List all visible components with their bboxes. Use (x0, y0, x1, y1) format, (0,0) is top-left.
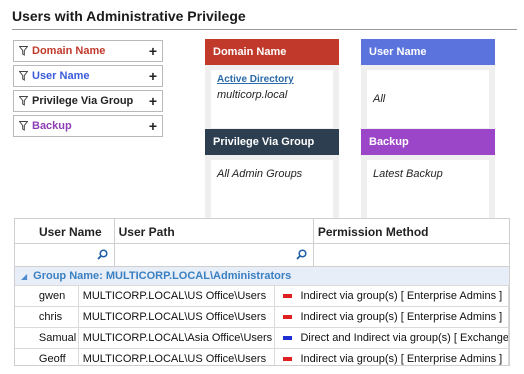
results-grid: User Name User Path Permission Method ◢ … (14, 218, 510, 366)
cell-user-path: MULTICORP.LOCAL\US Office\Users (79, 349, 276, 365)
indent-cell (15, 244, 35, 266)
title-divider (12, 29, 517, 30)
permission-text: Indirect via group(s) [ Enterprise Admin… (300, 353, 503, 365)
table-row[interactable]: chris MULTICORP.LOCAL\US Office\Users In… (15, 306, 509, 327)
add-icon[interactable]: + (144, 43, 162, 59)
permission-indicator-icon (283, 357, 293, 361)
permission-indicator-icon (283, 294, 293, 298)
user-name-search[interactable] (35, 244, 115, 266)
column-header-user-name[interactable]: User Name (35, 219, 115, 243)
cell-user-path: MULTICORP.LOCAL\US Office\Users (79, 307, 276, 327)
group-row[interactable]: ◢ Group Name: MULTICORP.LOCAL\Administra… (15, 267, 509, 285)
table-row[interactable]: Samual MULTICORP.LOCAL\Asia Office\Users… (15, 327, 509, 348)
grid-header: User Name User Path Permission Method (15, 219, 509, 244)
cell-permission-method: Direct and Indirect via group(s) [ Excha… (275, 328, 509, 348)
search-icon[interactable] (296, 249, 307, 263)
filter-row (15, 244, 509, 267)
group-label: Group Name: MULTICORP.LOCAL\Administrato… (33, 270, 292, 282)
active-directory-link[interactable]: Active Directory (217, 74, 327, 85)
card-header: Domain Name (205, 39, 339, 65)
permission-text: Indirect via group(s) [ Enterprise Admin… (300, 290, 503, 302)
cell-user-path: MULTICORP.LOCAL\Asia Office\Users (79, 328, 276, 348)
permission-text: Direct and Indirect via group(s) [ Excha… (300, 332, 509, 344)
indent-cell (15, 349, 35, 365)
cell-permission-method: Indirect via group(s) [ Enterprise Admin… (275, 286, 509, 306)
funnel-icon (14, 96, 32, 106)
funnel-icon (14, 46, 32, 56)
cell-user-name: Samual (35, 328, 79, 348)
card-body: All (367, 70, 489, 128)
card-value: All (373, 93, 386, 105)
funnel-icon (14, 71, 32, 81)
card-body: Active Directory multicorp.local (211, 70, 333, 128)
permission-text: Indirect via group(s) [ Enterprise Admin… (300, 311, 503, 323)
search-icon[interactable] (96, 249, 108, 263)
add-icon[interactable]: + (144, 118, 162, 134)
table-row[interactable]: gwen MULTICORP.LOCAL\US Office\Users Ind… (15, 285, 509, 306)
cell-user-name: Geoff (35, 349, 79, 365)
card-value: Latest Backup (373, 168, 443, 180)
card-value: multicorp.local (217, 89, 288, 101)
indent-cell (15, 307, 35, 327)
user-path-search[interactable] (115, 244, 314, 266)
cell-permission-method: Indirect via group(s) [ Enterprise Admin… (275, 307, 509, 327)
indent-cell (15, 328, 35, 348)
permission-indicator-icon (283, 315, 293, 319)
permission-method-search[interactable] (314, 244, 509, 266)
filter-item-user-name[interactable]: User Name + (13, 65, 163, 87)
filter-item-backup[interactable]: Backup + (13, 115, 163, 137)
column-header-user-path[interactable]: User Path (115, 219, 314, 243)
card-body: Latest Backup (367, 160, 489, 218)
card-user-name[interactable]: User Name All (361, 39, 495, 134)
card-value: All Admin Groups (217, 168, 303, 180)
column-header-permission-method[interactable]: Permission Method (314, 219, 509, 243)
cell-user-path: MULTICORP.LOCAL\US Office\Users (79, 286, 276, 306)
filter-item-privilege-via-group[interactable]: Privilege Via Group + (13, 90, 163, 112)
filter-label: Privilege Via Group (32, 95, 134, 107)
card-domain-name[interactable]: Domain Name Active Directory multicorp.l… (205, 39, 339, 134)
filter-label: Domain Name (32, 45, 106, 57)
permission-indicator-icon (283, 336, 293, 340)
cell-permission-method: Indirect via group(s) [ Enterprise Admin… (275, 349, 509, 365)
collapse-triangle-icon[interactable]: ◢ (21, 272, 27, 281)
add-icon[interactable]: + (144, 93, 162, 109)
filter-item-domain-name[interactable]: Domain Name + (13, 40, 163, 62)
card-body: All Admin Groups (211, 160, 333, 218)
filter-label: Backup (32, 120, 72, 132)
card-header: Privilege Via Group (205, 129, 339, 155)
table-row[interactable]: Geoff MULTICORP.LOCAL\US Office\Users In… (15, 348, 509, 365)
add-icon[interactable]: + (144, 68, 162, 84)
indent-cell (15, 286, 35, 306)
indent-header (15, 219, 35, 243)
funnel-icon (14, 121, 32, 131)
cell-user-name: gwen (35, 286, 79, 306)
card-header: User Name (361, 39, 495, 65)
card-backup[interactable]: Backup Latest Backup (361, 129, 495, 224)
filter-list: Domain Name + User Name + Privilege Via … (13, 40, 163, 140)
cell-user-name: chris (35, 307, 79, 327)
card-header: Backup (361, 129, 495, 155)
filter-label: User Name (32, 70, 90, 82)
card-privilege-via-group[interactable]: Privilege Via Group All Admin Groups (205, 129, 339, 224)
page-title: Users with Administrative Privilege (12, 8, 246, 24)
